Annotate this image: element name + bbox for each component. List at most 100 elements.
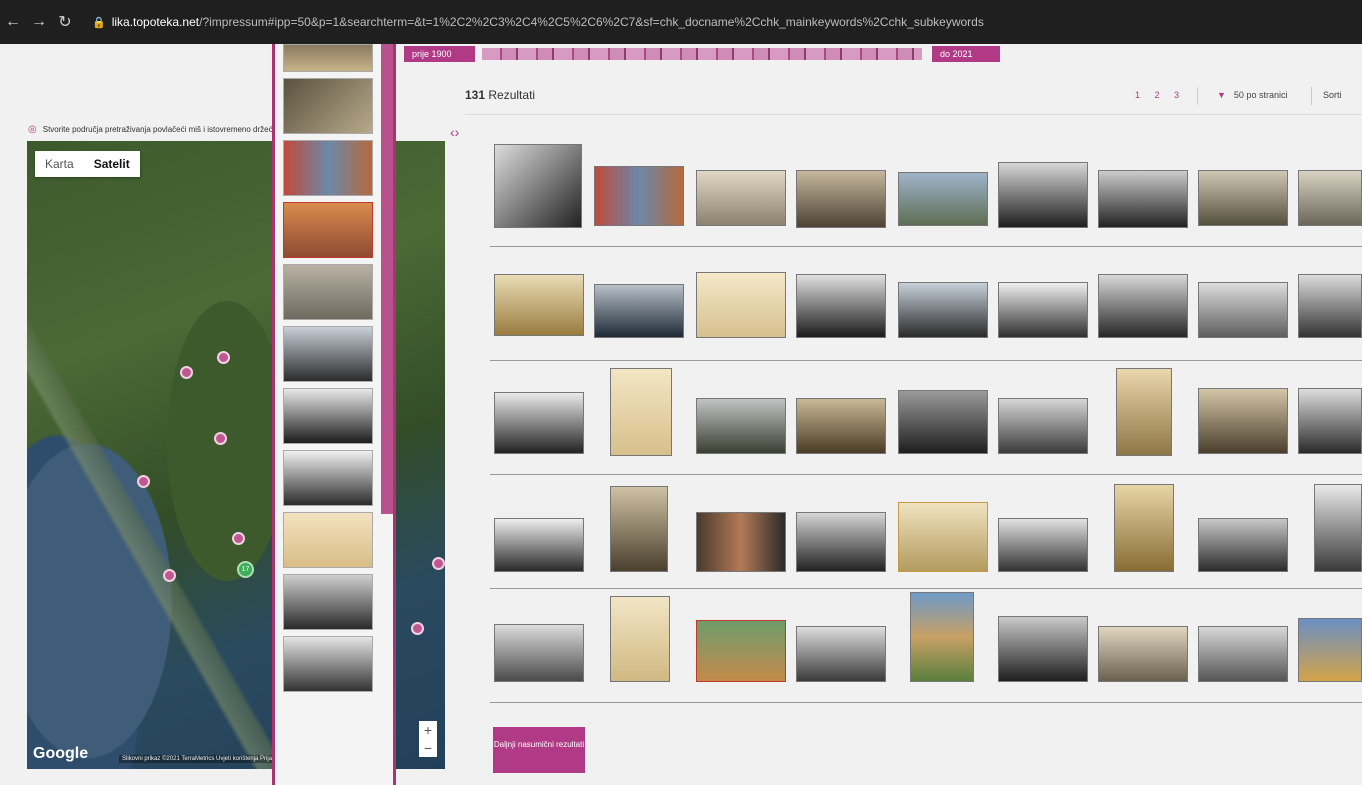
photo-thumb[interactable] [1298,170,1362,226]
photo-thumb[interactable] [1198,170,1288,226]
photo-thumb[interactable] [594,166,684,226]
map-marker[interactable] [432,557,445,570]
zoom-out-button[interactable]: − [419,739,437,757]
results-count-label: Rezultati [488,88,536,102]
photo-thumb[interactable] [898,282,988,338]
map-marker[interactable] [137,475,150,488]
timeline-slider[interactable]: prije 1900 do 2021 [404,44,1002,66]
gallery-row [490,136,1362,247]
filmstrip-thumb[interactable] [283,512,373,568]
reload-icon[interactable]: ↻ [52,12,78,32]
timeline-end-label[interactable]: do 2021 [932,46,1000,62]
photo-gallery [490,136,1362,706]
filmstrip-scrollbar[interactable] [381,44,393,514]
results-header: 131 Rezultati 1 2 3 ▼ 50 po stranici Sort… [465,82,1362,115]
page: prije 1900 do 2021 131 Rezultati 1 2 3 ▼… [0,44,1362,785]
filmstrip-thumb[interactable] [283,140,373,196]
photo-thumb[interactable] [796,170,886,228]
photo-thumb[interactable] [696,170,786,226]
photo-thumb[interactable] [1198,388,1288,454]
divider [1311,87,1312,105]
photo-thumb[interactable] [696,398,786,454]
filmstrip-thumb[interactable] [283,450,373,506]
photo-thumb[interactable] [494,518,584,572]
map-marker[interactable] [163,569,176,582]
map-marker[interactable] [217,351,230,364]
map-marker[interactable] [214,432,227,445]
photo-thumb[interactable] [1098,170,1188,228]
photo-thumb[interactable] [998,616,1088,682]
map-type-satellite[interactable]: Satelit [84,151,140,177]
forward-icon[interactable]: → [26,13,52,31]
photo-thumb[interactable] [796,512,886,572]
map-type-map[interactable]: Karta [35,151,84,177]
filmstrip-thumb[interactable] [283,326,373,382]
map-marker[interactable] [232,532,245,545]
filmstrip-panel[interactable] [272,44,396,785]
filmstrip-thumb[interactable] [283,264,373,320]
map-cluster-marker[interactable]: 17 [237,561,254,578]
map-type-toggle: Karta Satelit [35,151,140,177]
panel-collapse-arrows[interactable]: ‹› [450,124,459,140]
photo-thumb[interactable] [1198,518,1288,572]
url-host: lika.topoteka.net [111,15,200,29]
photo-thumb[interactable] [1198,282,1288,338]
gallery-row [490,364,1362,475]
photo-thumb[interactable] [1098,626,1188,682]
photo-thumb[interactable] [696,620,786,682]
photo-thumb[interactable] [898,390,988,454]
photo-thumb[interactable] [1298,388,1362,454]
photo-thumb[interactable] [998,282,1088,338]
photo-thumb[interactable] [494,624,584,682]
map-marker[interactable] [180,366,193,379]
timeline-track[interactable] [482,48,922,60]
address-bar[interactable]: 🔒 lika.topoteka.net/?impressum#ipp=50&p=1… [92,15,984,29]
sort-select[interactable]: Sorti [1323,90,1342,100]
photo-thumb[interactable] [594,284,684,338]
timeline-start-label[interactable]: prije 1900 [404,46,475,62]
target-icon: ◎ [28,124,37,135]
photo-thumb[interactable] [610,596,670,682]
map-marker[interactable] [411,622,424,635]
results-count-number: 131 [465,88,486,102]
photo-thumb[interactable] [910,592,974,682]
photo-thumb[interactable] [898,172,988,226]
photo-thumb[interactable] [1098,274,1188,338]
filmstrip-thumb[interactable] [283,44,373,72]
divider [1197,87,1198,105]
filmstrip-thumb[interactable] [283,574,373,630]
more-random-results-button[interactable]: Daljnji nasumični rezultati [493,727,585,773]
photo-thumb[interactable] [1298,618,1362,682]
back-icon[interactable]: ← [0,13,26,31]
photo-thumb[interactable] [1298,274,1362,338]
photo-thumb[interactable] [998,518,1088,572]
photo-thumb[interactable] [494,274,584,336]
filmstrip-thumb[interactable] [283,78,373,134]
per-page-select[interactable]: ▼ 50 po stranici [1217,90,1287,100]
dropdown-triangle-icon: ▼ [1217,90,1226,100]
photo-thumb[interactable] [898,502,988,572]
photo-thumb[interactable] [1116,368,1172,456]
photo-thumb[interactable] [696,512,786,572]
zoom-control: + − [419,721,437,757]
photo-thumb[interactable] [610,486,668,572]
photo-thumb[interactable] [494,392,584,454]
filmstrip-thumb[interactable] [283,636,373,692]
photo-thumb[interactable] [610,368,672,456]
photo-thumb[interactable] [1198,626,1288,682]
browser-toolbar: ← → ↻ 🔒 lika.topoteka.net/?impressum#ipp=… [0,0,1362,44]
filmstrip-thumb[interactable] [283,388,373,444]
photo-thumb[interactable] [796,274,886,338]
filmstrip-thumb[interactable] [283,202,373,258]
zoom-in-button[interactable]: + [419,721,437,739]
photo-thumb[interactable] [998,398,1088,454]
photo-thumb[interactable] [998,162,1088,228]
pagination[interactable]: 1 2 3 [1135,90,1185,100]
photo-thumb[interactable] [696,272,786,338]
photo-thumb[interactable] [494,144,582,228]
photo-thumb[interactable] [1314,484,1362,572]
photo-thumb[interactable] [796,626,886,682]
photo-thumb[interactable] [796,398,886,454]
photo-thumb[interactable] [1114,484,1174,572]
results-count: 131 Rezultati [465,88,535,102]
